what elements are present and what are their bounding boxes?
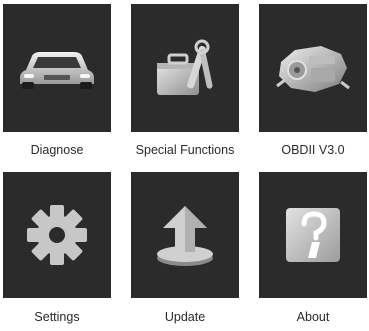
settings-tile[interactable] (3, 172, 111, 298)
obdii-tile[interactable] (259, 4, 367, 132)
upload-arrow-icon (153, 202, 217, 268)
update-tile[interactable] (131, 172, 239, 298)
info-icon (282, 204, 344, 266)
menu-item-settings[interactable]: Settings (3, 172, 111, 324)
menu-item-update[interactable]: Update (131, 172, 239, 324)
about-tile[interactable] (259, 172, 367, 298)
menu-item-label: Diagnose (30, 143, 84, 157)
menu-item-label: Settings (34, 310, 80, 324)
special-functions-tile[interactable] (131, 4, 239, 132)
menu-item-label: OBDII V3.0 (281, 143, 345, 157)
diagnose-tile[interactable] (3, 4, 111, 132)
car-icon (18, 46, 96, 90)
menu-item-special-functions[interactable]: Special Functions (131, 4, 239, 157)
menu-item-diagnose[interactable]: Diagnose (3, 4, 111, 157)
menu-item-obdii[interactable]: OBDII V3.0 (259, 4, 367, 157)
gear-icon (25, 203, 89, 267)
menu-item-about[interactable]: About (259, 172, 367, 324)
menu-item-label: Update (164, 310, 206, 324)
menu-item-label: About (296, 310, 330, 324)
engine-icon (275, 40, 351, 96)
toolbox-icon (153, 37, 217, 99)
menu-item-label: Special Functions (135, 143, 235, 157)
